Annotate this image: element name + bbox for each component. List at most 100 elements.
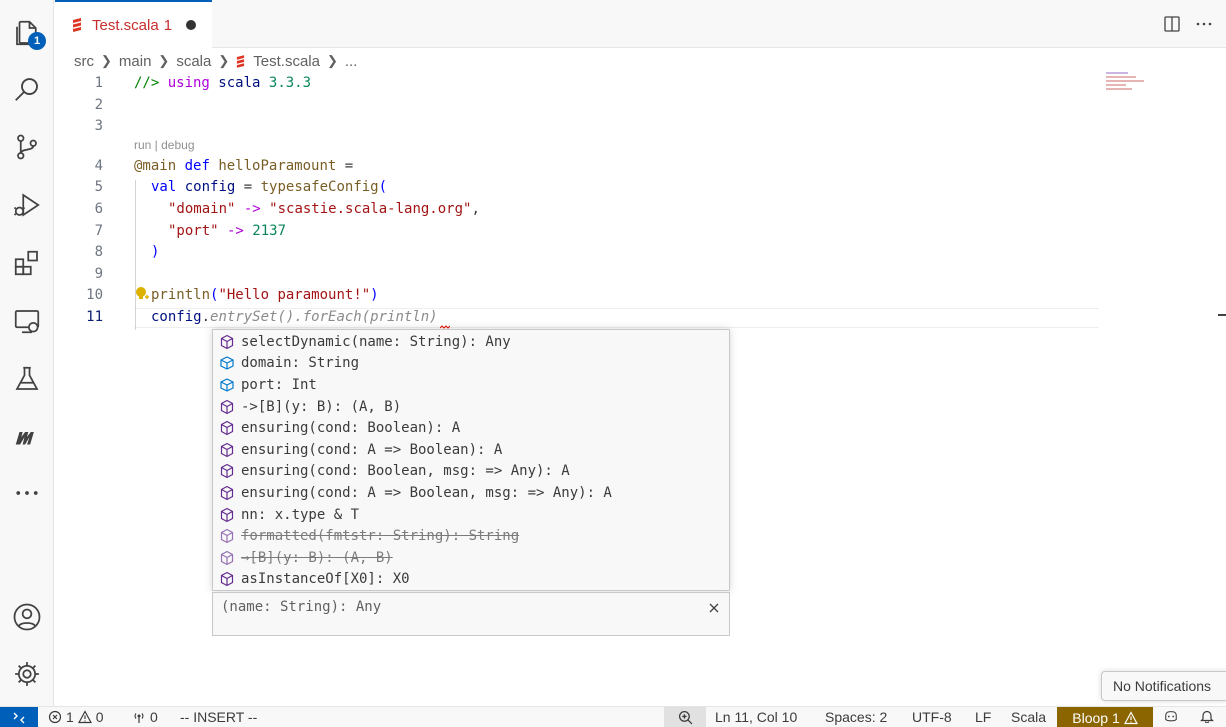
suggestion-label: ensuring(cond: Boolean, msg: => Any): A (241, 463, 570, 480)
explorer-icon[interactable]: 1 (8, 14, 46, 52)
line-number: 7 (94, 223, 103, 239)
suggestion-item[interactable]: ensuring(cond: Boolean): A (213, 417, 729, 439)
testing-icon[interactable] (8, 360, 46, 398)
line-number: 8 (94, 244, 103, 260)
inline-suggestion: entrySet().forEach(println) (210, 309, 438, 325)
method-icon (219, 334, 241, 350)
code-line-4: @main def helloParamount = (134, 158, 353, 174)
remote-indicator[interactable] (0, 707, 38, 727)
method-icon (219, 528, 241, 544)
suggestion-label: ensuring(cond: Boolean): A (241, 420, 461, 437)
code-line-1: //> using scala 3.3.3 (134, 75, 311, 91)
code-line-10: println("Hello paramount!") (151, 287, 379, 303)
activity-bar: 1 (0, 0, 54, 706)
warning-icon (77, 710, 92, 724)
remote-icon (13, 712, 25, 723)
breadcrumb-main[interactable]: main (119, 53, 152, 70)
suggestion-item[interactable]: ->[B](y: B): (A, B) (213, 396, 729, 418)
line-number: 4 (94, 158, 103, 174)
language-mode[interactable]: Scala (1011, 709, 1046, 725)
account-icon[interactable] (8, 598, 46, 636)
breadcrumb-file[interactable]: Test.scala (253, 53, 320, 70)
more-icon[interactable] (8, 474, 46, 512)
search-icon[interactable] (8, 70, 46, 108)
method-icon (219, 571, 241, 587)
field-icon (219, 377, 241, 393)
tab-test-scala[interactable]: Test.scala 1 (55, 0, 212, 48)
bloop-status[interactable]: Bloop 1 (1057, 707, 1153, 727)
suggestion-label: ensuring(cond: A => Boolean, msg: => Any… (241, 484, 612, 501)
indentation[interactable]: Spaces: 2 (825, 709, 887, 725)
token: -> (218, 223, 253, 239)
line-number: 3 (94, 118, 103, 134)
code-lens-run-debug[interactable]: run | debug (134, 138, 195, 152)
token: config (151, 309, 202, 325)
remote-explorer-icon[interactable] (8, 302, 46, 340)
token: def (176, 158, 219, 174)
zoom-status[interactable] (664, 707, 706, 727)
token: ) (151, 244, 160, 260)
line-number-active: 11 (86, 309, 103, 325)
token: "port" (168, 223, 219, 239)
cursor-position[interactable]: Ln 11, Col 10 (715, 709, 797, 725)
suggestion-item[interactable]: domain: String (213, 353, 729, 375)
close-icon[interactable] (707, 601, 721, 615)
suggestion-item[interactable]: selectDynamic(name: String): Any (213, 331, 729, 353)
code-line-5: val config = typesafeConfig( (151, 179, 387, 195)
problems-status[interactable]: 1 0 (48, 709, 104, 725)
notifications-status[interactable] (1200, 709, 1214, 723)
suggestion-label: domain: String (241, 355, 360, 372)
line-number: 5 (94, 179, 103, 195)
copilot-icon (1165, 711, 1177, 722)
vim-mode: -- INSERT -- (180, 709, 258, 725)
minimap[interactable] (1106, 72, 1156, 102)
breadcrumb-scala[interactable]: scala (176, 53, 211, 70)
status-bar: 1 0 0 -- INSERT -- Ln 11, Col 10 Spaces:… (0, 706, 1226, 727)
suggestion-label: selectDynamic(name: String): Any (241, 333, 511, 350)
split-editor-icon[interactable] (1162, 14, 1182, 34)
line-number: 10 (86, 287, 103, 303)
suggestion-label: nn: x.type & T (241, 506, 360, 523)
breadcrumb-symbol[interactable]: ... (345, 53, 358, 70)
unsaved-dot-icon[interactable] (186, 20, 197, 30)
breadcrumb-src[interactable]: src (74, 53, 94, 70)
suggestion-item[interactable]: →[B](y: B): (A, B) (213, 547, 729, 569)
ports-status[interactable]: 0 (132, 709, 158, 725)
metals-icon[interactable] (8, 418, 46, 456)
encoding[interactable]: UTF-8 (912, 709, 952, 725)
suggestion-item[interactable]: ensuring(cond: Boolean, msg: => Any): A (213, 461, 729, 483)
code-line-7: "port" -> 2137 (168, 223, 286, 239)
source-control-icon[interactable] (8, 128, 46, 166)
settings-gear-icon[interactable] (8, 655, 46, 693)
lightbulb-icon[interactable] (135, 286, 149, 302)
suggestion-item[interactable]: asInstanceOf[X0]: X0 (213, 569, 729, 591)
notification-toast[interactable]: No Notifications (1101, 671, 1226, 701)
code-line-8: ) (151, 244, 159, 260)
scrollbar-marker (1218, 314, 1226, 316)
bell-icon (1200, 710, 1214, 723)
copilot-status[interactable] (1164, 709, 1178, 723)
suggestion-item[interactable]: nn: x.type & T (213, 504, 729, 526)
tab-title: Test.scala (92, 16, 159, 34)
run-debug-icon[interactable] (8, 186, 46, 224)
token: val (151, 179, 177, 195)
token: println (151, 287, 211, 303)
details-signature: (name: String): Any (221, 599, 382, 615)
indent-guide (135, 180, 136, 330)
explorer-badge: 1 (28, 32, 46, 50)
extensions-icon[interactable] (8, 244, 46, 282)
token: 3.3.3 (268, 75, 312, 91)
suggestion-label: port: Int (241, 376, 317, 393)
suggestion-item[interactable]: port: Int (213, 374, 729, 396)
breadcrumb: src ❯ main ❯ scala ❯ Test.scala ❯ ... (74, 50, 357, 72)
warning-count: 0 (95, 709, 104, 725)
end-of-line[interactable]: LF (975, 709, 991, 725)
suggestion-label: ->[B](y: B): (A, B) (241, 398, 402, 415)
field-icon (219, 355, 241, 371)
scala-file-icon (73, 18, 81, 32)
more-actions-icon[interactable] (1194, 14, 1214, 34)
suggestion-item[interactable]: ensuring(cond: A => Boolean): A (213, 439, 729, 461)
suggestion-item[interactable]: formatted(fmtstr: String): String (213, 525, 729, 547)
method-icon (219, 399, 241, 415)
suggestion-item[interactable]: ensuring(cond: A => Boolean, msg: => Any… (213, 482, 729, 504)
